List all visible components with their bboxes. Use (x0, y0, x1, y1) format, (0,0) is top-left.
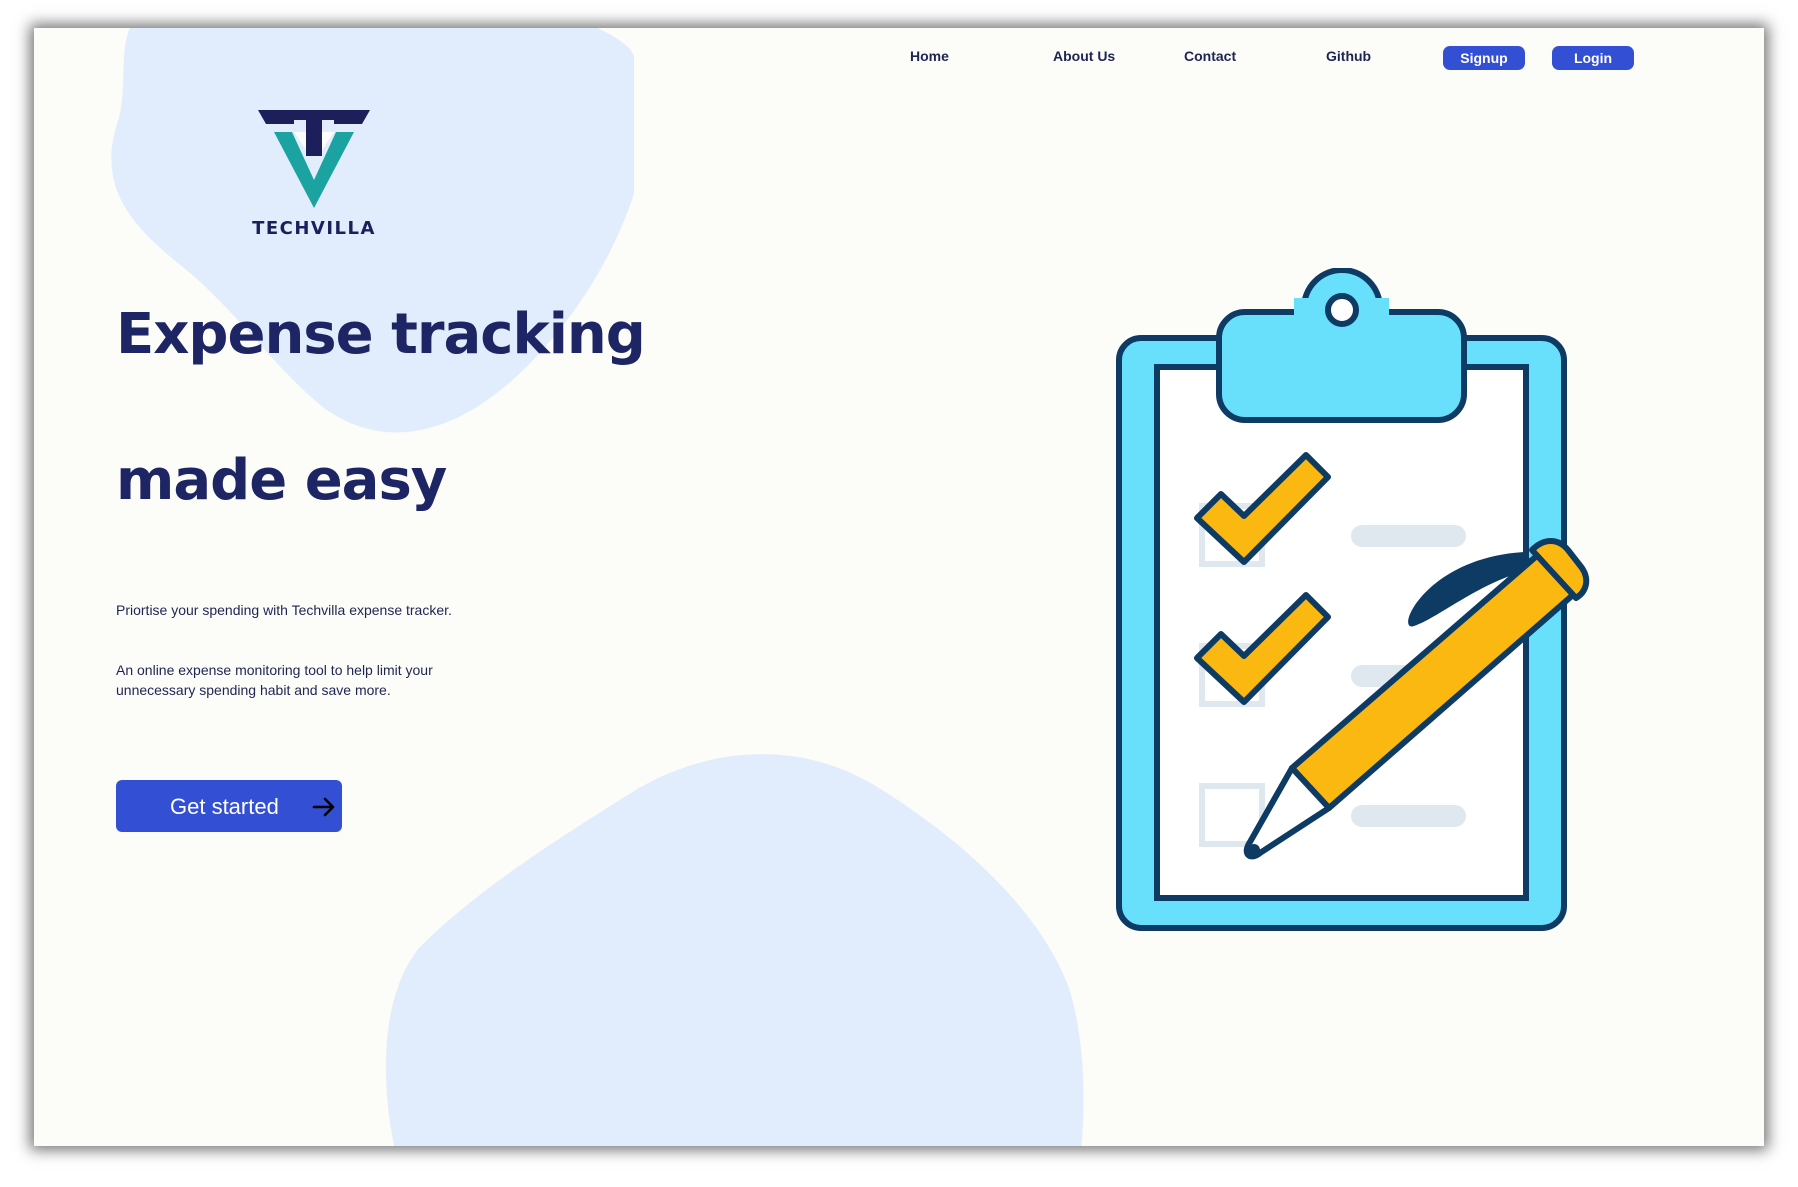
nav-contact-link[interactable]: Contact (1184, 48, 1236, 64)
background-blob-top (111, 28, 634, 433)
tv-triangle-logo-icon (258, 110, 370, 208)
login-button[interactable]: Login (1552, 46, 1634, 70)
clipboard-checklist-illustration (1116, 268, 1590, 931)
nav-about-link[interactable]: About Us (1053, 48, 1115, 64)
logo-wordmark: TECHVILLA (252, 218, 376, 239)
hero-paragraph-1: Priortise your spending with Techvilla e… (116, 602, 452, 618)
nav-home-link[interactable]: Home (910, 48, 949, 64)
arrow-right-icon (312, 797, 335, 817)
hero-headline-line2: made easy (116, 448, 447, 513)
techvilla-logo[interactable]: TECHVILLA (234, 98, 394, 243)
get-started-button[interactable]: Get started (116, 780, 342, 832)
get-started-label: Get started (170, 794, 279, 819)
nav-github-link[interactable]: Github (1326, 48, 1371, 64)
signup-button[interactable]: Signup (1443, 46, 1525, 70)
hero-headline-line1: Expense tracking (116, 302, 646, 367)
landing-page: Home About Us Contact Github Signup Logi… (34, 28, 1764, 1146)
hero-paragraph-2: An online expense monitoring tool to hel… (116, 662, 433, 698)
background-blob-bottom (385, 754, 1084, 1146)
